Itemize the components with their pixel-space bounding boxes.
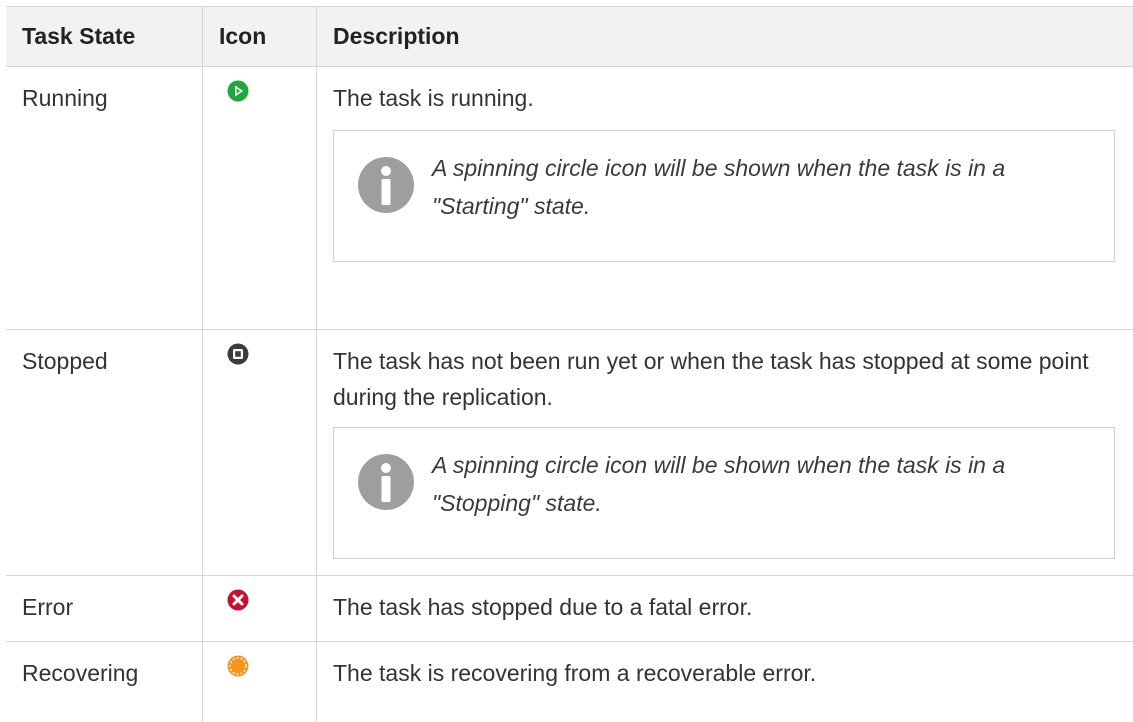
task-state-table: Task State Icon Description Running The …	[6, 6, 1133, 722]
task-state-label: Error	[6, 576, 203, 641]
running-play-icon	[227, 80, 249, 102]
description-text: The task has stopped due to a fatal erro…	[333, 594, 753, 620]
note-text: A spinning circle icon will be shown whe…	[432, 452, 1006, 516]
task-state-label: Stopped	[6, 330, 203, 575]
table-row-recovering: Recovering The task is recovering from a…	[6, 642, 1133, 722]
table-row-error: Error The task has stopped due to a fata…	[6, 576, 1133, 642]
stopped-square-icon	[227, 343, 249, 365]
info-icon	[358, 454, 414, 510]
info-note: A spinning circle icon will be shown whe…	[333, 130, 1115, 262]
icon-cell	[203, 576, 317, 641]
note-text: A spinning circle icon will be shown whe…	[432, 155, 1006, 219]
table-header-row: Task State Icon Description	[6, 7, 1133, 67]
header-description: Description	[333, 23, 460, 49]
icon-cell	[203, 67, 317, 329]
info-note: A spinning circle icon will be shown whe…	[333, 427, 1115, 559]
task-state-label: Running	[6, 67, 203, 329]
description-text: The task is running.	[333, 85, 534, 111]
recovering-spinner-icon	[227, 655, 249, 677]
header-task-state: Task State	[6, 7, 203, 66]
table-row-stopped: Stopped The task has not been run yet or…	[6, 330, 1133, 576]
description-cell: The task has not been run yet or when th…	[317, 330, 1133, 575]
task-state-label: Recovering	[6, 642, 203, 722]
table-row-running: Running The task is running. A spinning …	[6, 67, 1133, 330]
icon-cell	[203, 330, 317, 575]
info-icon	[358, 157, 414, 213]
header-icon: Icon	[203, 7, 317, 66]
error-x-icon	[227, 589, 249, 611]
description-text: The task is recovering from a recoverabl…	[333, 660, 817, 686]
description-cell: The task is running. A spinning circle i…	[317, 67, 1133, 329]
icon-cell	[203, 642, 317, 722]
description-text: The task has not been run yet or when th…	[333, 348, 1089, 410]
